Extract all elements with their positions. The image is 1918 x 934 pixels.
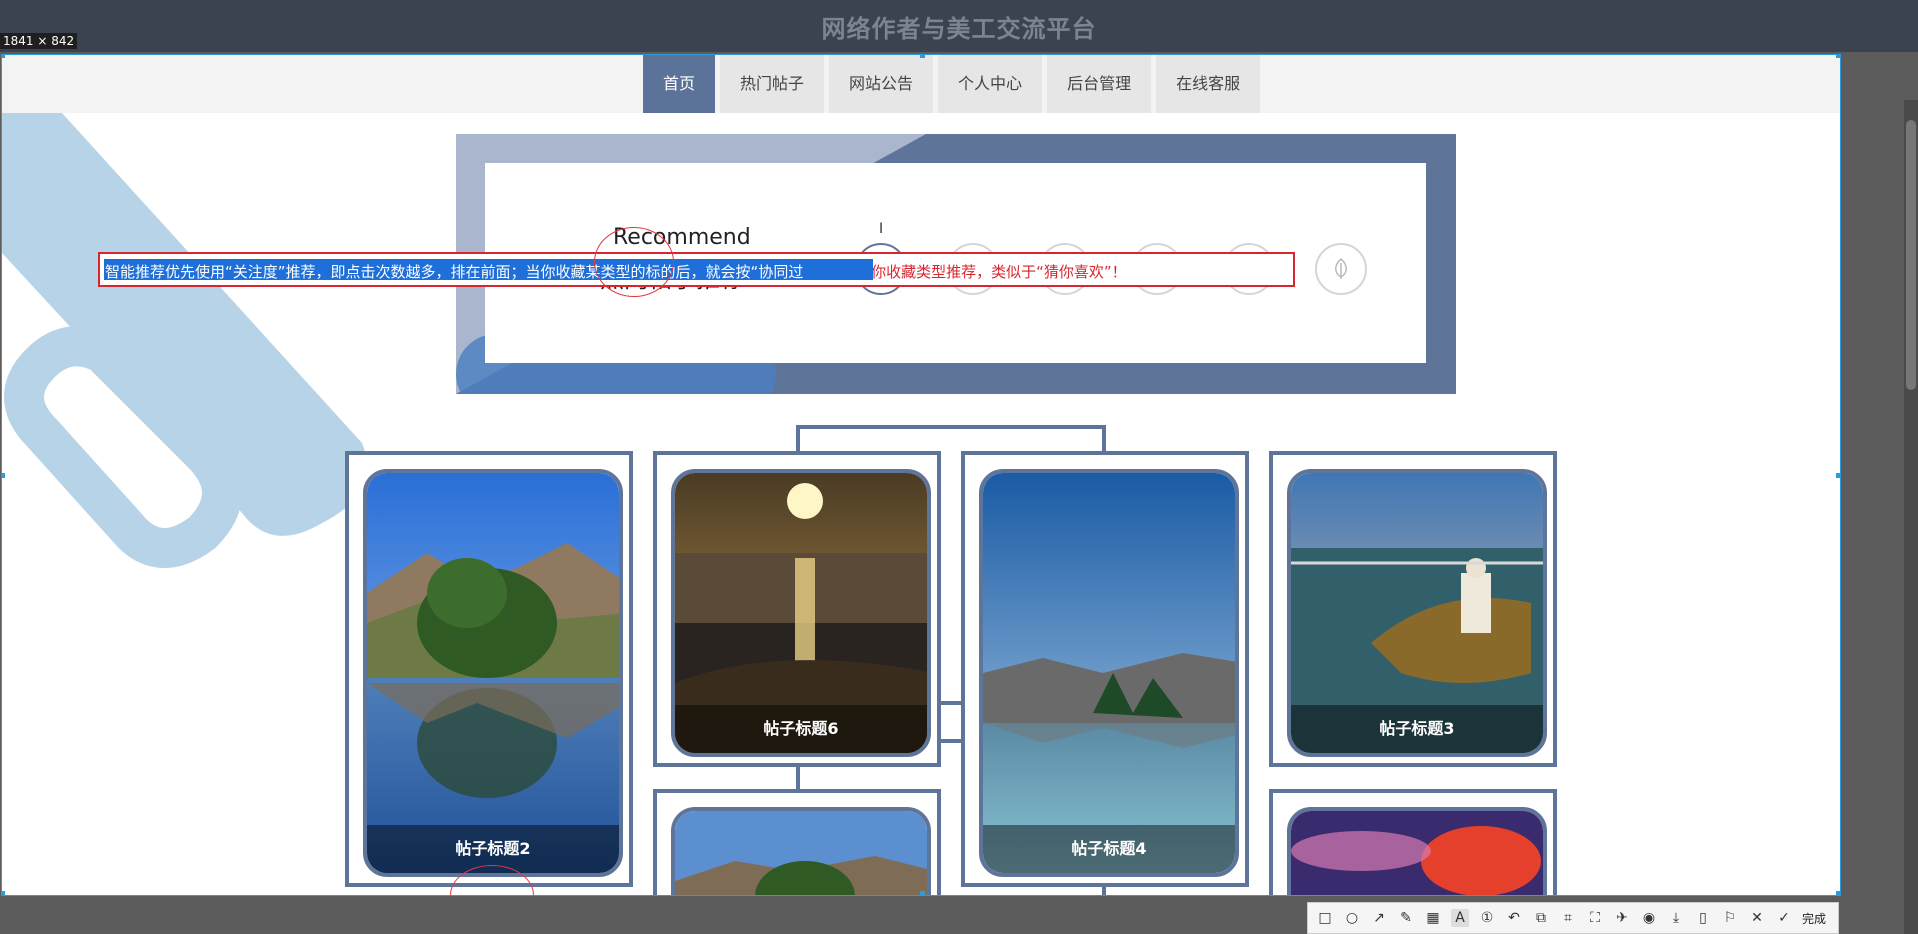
resize-handle[interactable] [920,891,925,895]
post-image [983,473,1235,873]
post-card[interactable]: 帖子标题3 [1287,469,1547,757]
post-image [367,473,619,873]
download-icon[interactable]: ⤓ [1667,909,1685,927]
arrow-icon[interactable]: ↗ [1370,909,1388,927]
record-icon[interactable]: ◉ [1640,909,1658,927]
text-icon[interactable]: A [1451,909,1469,927]
number-icon[interactable]: ① [1478,909,1496,927]
post-card-title: 帖子标题4 [983,825,1235,873]
nav-item-online-service[interactable]: 在线客服 [1156,55,1261,113]
done-button[interactable]: 完成 [1802,910,1826,927]
nav-item-personal-center[interactable]: 个人中心 [938,55,1043,113]
connector-line [796,425,1106,429]
undo-icon[interactable]: ↶ [1505,909,1523,927]
rectangle-icon[interactable]: □ [1316,909,1334,927]
screenshot-toolbar: □ ○ ↗ ✎ ▦ A ① ↶ ⧉ ⌗ ⛶ ✈ ◉ ⤓ ▯ ⚐ ✕ ✓ 完成 [1307,902,1839,934]
translate-icon[interactable]: ⌗ [1559,909,1577,927]
recommend-leaf-button-6[interactable] [1315,243,1367,295]
main-nav: 首页 热门帖子 网站公告 个人中心 后台管理 在线客服 [2,55,1840,113]
post-card[interactable]: 帖子标题6 [671,469,931,757]
screenshot-stage: 网络作者与美工交流平台 1841 × 842 首页 热门帖子 网站公告 个人中心… [0,0,1918,934]
annotation-ellipse-title[interactable] [594,227,674,297]
resize-handle[interactable] [920,55,925,58]
scrollbar-thumb[interactable] [1906,120,1916,390]
text-cursor-icon: I [879,221,884,237]
post-card[interactable] [671,807,931,895]
pen-icon[interactable]: ✎ [1397,909,1415,927]
capture-size-label: 1841 × 842 [0,33,78,49]
resize-handle[interactable] [1836,55,1840,58]
nav-item-hot-posts[interactable]: 热门帖子 [720,55,825,113]
nav-item-home[interactable]: 首页 [643,55,716,113]
long-screenshot-icon[interactable]: ▯ [1694,909,1712,927]
nav-item-announcements[interactable]: 网站公告 [829,55,934,113]
check-icon[interactable]: ✓ [1775,909,1793,927]
nav-item-admin[interactable]: 后台管理 [1047,55,1152,113]
post-card[interactable]: 帖子标题4 [979,469,1239,877]
annotation-text-box[interactable]: 智能推荐优先使用“关注度”推荐，即点击次数越多，排在前面；当你收藏某类型的标的后… [98,252,1295,287]
page-scrollbar[interactable] [1904,100,1918,934]
resize-handle[interactable] [1836,891,1840,895]
resize-handle[interactable] [2,473,5,478]
app-title: 网络作者与美工交流平台 [821,15,1097,43]
post-image [675,811,927,895]
close-icon[interactable]: ✕ [1748,909,1766,927]
resize-handle[interactable] [2,891,5,895]
scan-icon[interactable]: ⛶ [1586,909,1604,927]
bookmark-icon[interactable]: ⚐ [1721,909,1739,927]
mosaic-icon[interactable]: ▦ [1424,909,1442,927]
leaf-icon [1335,258,1347,279]
nav-items: 首页 热门帖子 网站公告 个人中心 后台管理 在线客服 [643,55,1261,113]
resize-handle[interactable] [2,55,5,58]
annotation-selected-text: 智能推荐优先使用“关注度”推荐，即点击次数越多，排在前面；当你收藏某类型的标的后… [105,263,804,281]
resize-handle[interactable] [1836,473,1840,478]
post-card[interactable]: 帖子标题2 [363,469,623,877]
post-card-title: 帖子标题3 [1291,705,1543,753]
capture-region[interactable]: 首页 热门帖子 网站公告 个人中心 后台管理 在线客服 Recommend 热门… [1,54,1841,896]
post-card-title: 帖子标题6 [675,705,927,753]
ocr-icon[interactable]: ⧉ [1532,909,1550,927]
pin-icon[interactable]: ✈ [1613,909,1631,927]
app-title-bar: 网络作者与美工交流平台 [0,0,1918,52]
post-image [1291,811,1543,895]
post-card[interactable] [1287,807,1547,895]
ellipse-icon[interactable]: ○ [1343,909,1361,927]
